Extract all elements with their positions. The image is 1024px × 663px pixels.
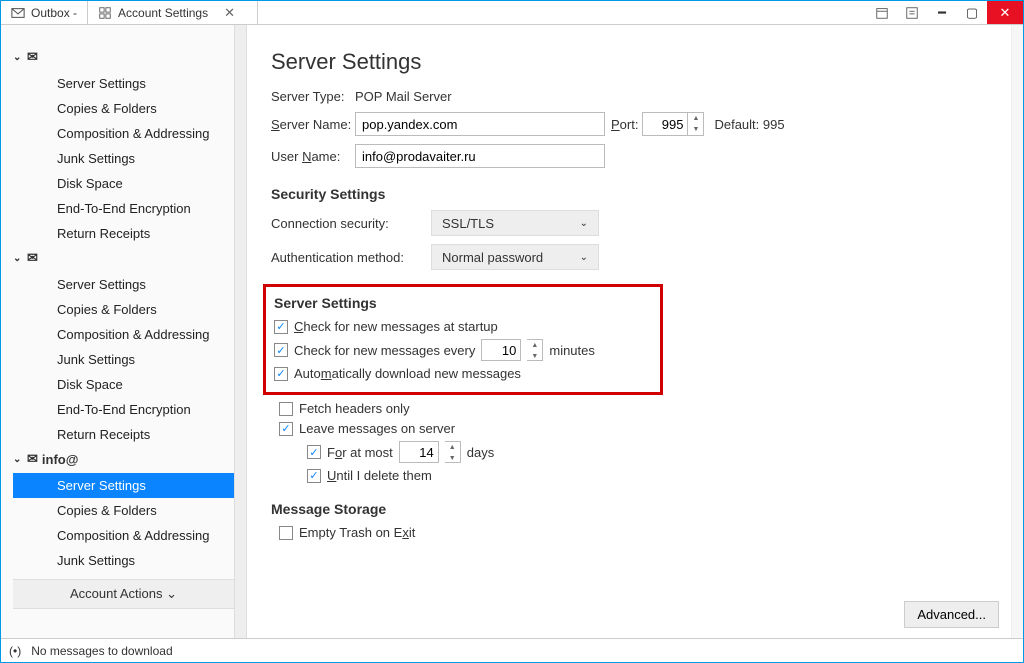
security-settings-heading: Security Settings (271, 186, 999, 202)
server-settings-heading: Server Settings (266, 295, 648, 311)
check-startup-checkbox[interactable] (274, 320, 288, 334)
until-delete-label: Until I delete them (327, 468, 432, 483)
account-actions-button[interactable]: Account Actions (13, 579, 234, 609)
account-name-3: info@ (42, 452, 79, 467)
check-every-spinner[interactable]: ▲▼ (527, 339, 543, 361)
sidebar-scrollbar[interactable] (234, 25, 246, 638)
check-startup-label: Check for new messages at startup (294, 319, 498, 334)
sidebar-item-e2e[interactable]: End-To-End Encryption (13, 397, 234, 422)
auth-method-select[interactable]: Normal password ⌄ (431, 244, 599, 270)
chevron-down-icon: ⌄ (13, 52, 23, 63)
settings-content: Server Settings Server Type: POP Mail Se… (247, 25, 1023, 638)
for-at-most-checkbox[interactable] (307, 445, 321, 459)
for-at-most-pre-label: For at most (327, 445, 393, 460)
server-type-value: POP Mail Server (355, 89, 452, 104)
for-at-most-input[interactable] (399, 441, 439, 463)
message-storage-heading: Message Storage (271, 501, 999, 517)
account-actions-label: Account Actions (70, 586, 163, 601)
chevron-down-icon: ⌄ (580, 218, 588, 229)
check-every-pre-label: Check for new messages every (294, 343, 475, 358)
auto-download-checkbox[interactable] (274, 367, 288, 381)
sidebar-item-copies-folders[interactable]: Copies & Folders (13, 297, 234, 322)
tab-outbox-label: Outbox - (31, 6, 77, 20)
empty-trash-checkbox[interactable] (279, 526, 293, 540)
connection-security-value: SSL/TLS (442, 216, 494, 231)
settings-tab-icon (98, 6, 112, 20)
leave-on-server-checkbox[interactable] (279, 422, 293, 436)
sidebar-item-copies-folders[interactable]: Copies & Folders (13, 96, 234, 121)
user-name-input[interactable] (355, 144, 605, 168)
mail-icon: ✉ (27, 250, 38, 266)
calendar-icon[interactable] (867, 1, 897, 24)
for-at-most-spinner[interactable]: ▲▼ (445, 441, 461, 463)
connection-security-select[interactable]: SSL/TLS ⌄ (431, 210, 599, 236)
status-activity-icon: (•) (9, 644, 21, 658)
chevron-down-icon: ⌄ (13, 454, 23, 465)
sidebar-item-copies-folders[interactable]: Copies & Folders (13, 498, 234, 523)
title-bar: Outbox - Account Settings ✕ ━ ▢ ✕ (1, 1, 1023, 25)
port-spinner[interactable]: ▲▼ (688, 112, 704, 136)
sidebar-item-server-settings[interactable]: Server Settings (13, 473, 234, 498)
sidebar-item-disk-space[interactable]: Disk Space (13, 372, 234, 397)
mail-icon: ✉ (27, 451, 38, 467)
sidebar-item-junk[interactable]: Junk Settings (13, 347, 234, 372)
sidebar-item-junk[interactable]: Junk Settings (13, 146, 234, 171)
sidebar-item-composition[interactable]: Composition & Addressing (13, 322, 234, 347)
mail-tab-icon (11, 6, 25, 20)
account-header-1[interactable]: ⌄ ✉ (13, 45, 234, 71)
window-close-icon[interactable]: ✕ (987, 1, 1023, 24)
check-every-checkbox[interactable] (274, 343, 288, 357)
account-header-2[interactable]: ⌄ ✉ (13, 246, 234, 272)
default-port-label: Default: 995 (714, 117, 784, 132)
server-settings-highlighted-box: Server Settings Check for new messages a… (263, 284, 663, 395)
connection-security-label: Connection security: (271, 216, 431, 231)
sidebar-item-receipts[interactable]: Return Receipts (13, 422, 234, 447)
status-text: No messages to download (31, 644, 172, 658)
titlebar-buttons: ━ ▢ ✕ (867, 1, 1023, 24)
content-scrollbar[interactable] (1011, 25, 1023, 638)
tab-account-settings[interactable]: Account Settings ✕ (88, 1, 258, 24)
sidebar-item-server-settings[interactable]: Server Settings (13, 272, 234, 297)
until-delete-checkbox[interactable] (307, 469, 321, 483)
page-title: Server Settings (271, 49, 999, 75)
leave-on-server-label: Leave messages on server (299, 421, 455, 436)
chevron-down-icon: ⌄ (13, 253, 23, 264)
auth-method-value: Normal password (442, 250, 543, 265)
window-minimize-icon[interactable]: ━ (927, 1, 957, 24)
sidebar-item-junk[interactable]: Junk Settings (13, 548, 234, 573)
check-every-post-label: minutes (549, 343, 595, 358)
tasks-icon[interactable] (897, 1, 927, 24)
for-at-most-post-label: days (467, 445, 494, 460)
sidebar-item-receipts[interactable]: Return Receipts (13, 221, 234, 246)
empty-trash-label: Empty Trash on Exit (299, 525, 415, 540)
check-every-input[interactable] (481, 339, 521, 361)
fetch-headers-label: Fetch headers only (299, 401, 410, 416)
port-label: Port: (611, 117, 638, 132)
user-name-label: User Name: (271, 149, 355, 164)
sidebar-item-server-settings[interactable]: Server Settings (13, 71, 234, 96)
auto-download-label: Automatically download new messages (294, 366, 521, 381)
advanced-button[interactable]: Advanced... (904, 601, 999, 628)
sidebar-item-composition[interactable]: Composition & Addressing (13, 523, 234, 548)
auth-method-label: Authentication method: (271, 250, 431, 265)
sidebar-item-e2e[interactable]: End-To-End Encryption (13, 196, 234, 221)
server-type-label: Server Type: (271, 89, 355, 104)
sidebar-item-composition[interactable]: Composition & Addressing (13, 121, 234, 146)
port-input[interactable] (642, 112, 688, 136)
tab-outbox[interactable]: Outbox - (1, 1, 88, 24)
tab-account-settings-label: Account Settings (118, 6, 208, 20)
fetch-headers-checkbox[interactable] (279, 402, 293, 416)
mail-icon: ✉ (27, 49, 38, 65)
tab-close-icon[interactable]: ✕ (224, 5, 235, 21)
server-name-label: Server Name: (271, 117, 355, 132)
account-header-3[interactable]: ⌄ ✉ info@ (13, 447, 234, 473)
sidebar-item-disk-space[interactable]: Disk Space (13, 171, 234, 196)
chevron-down-icon: ⌄ (580, 252, 588, 263)
window-maximize-icon[interactable]: ▢ (957, 1, 987, 24)
status-bar: (•) No messages to download (1, 638, 1023, 662)
account-sidebar: ⌄ ✉ Server Settings Copies & Folders Com… (1, 25, 247, 638)
server-name-input[interactable] (355, 112, 605, 136)
